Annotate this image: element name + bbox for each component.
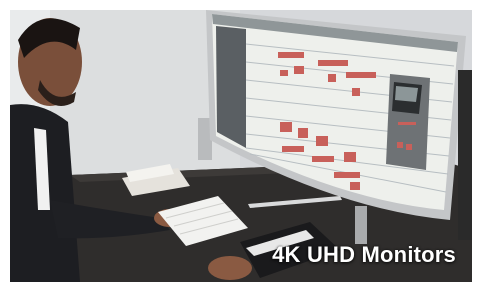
speaker xyxy=(458,70,472,240)
banner-frame: 4K UHD Monitors xyxy=(0,0,480,282)
person-hand-lower xyxy=(208,256,252,280)
hero-photo[interactable]: 4K UHD Monitors xyxy=(10,10,472,282)
plugin-window xyxy=(386,74,430,170)
track-list xyxy=(216,26,246,148)
caption-title: 4K UHD Monitors xyxy=(272,242,456,267)
monitor-stand-right xyxy=(355,206,367,244)
